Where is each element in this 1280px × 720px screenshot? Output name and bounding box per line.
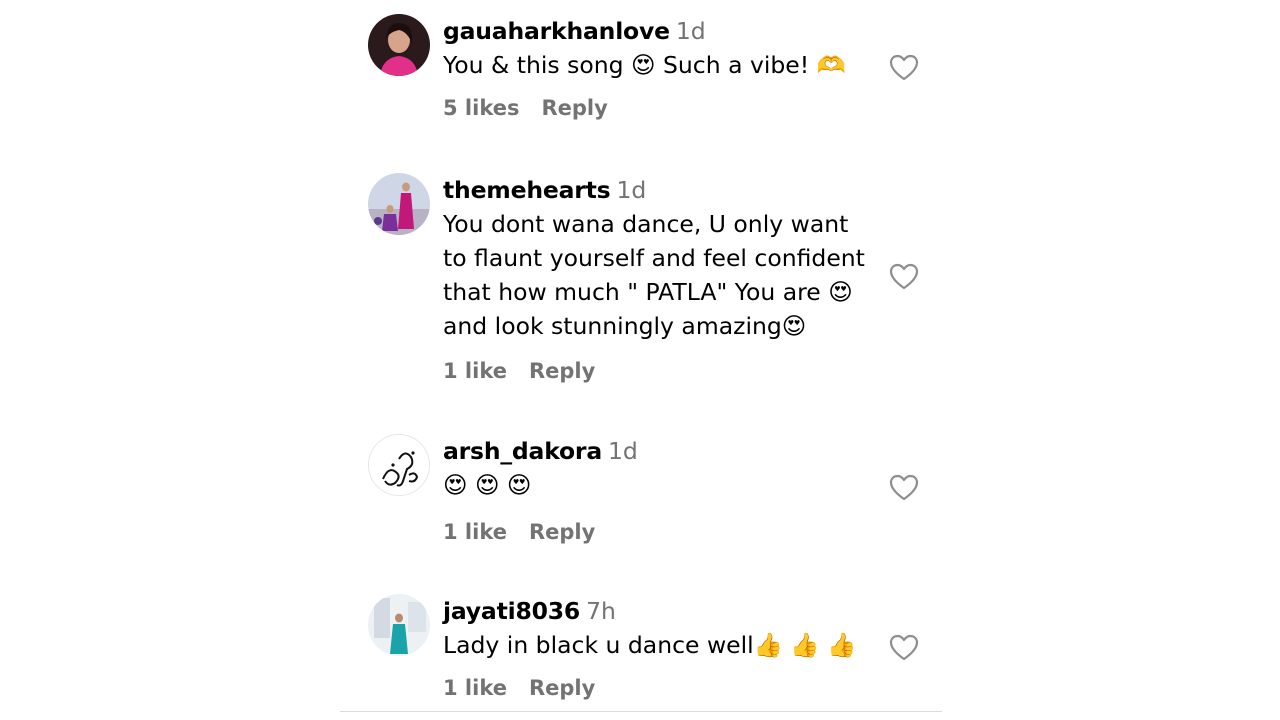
username[interactable]: jayati8036 — [443, 597, 580, 625]
username[interactable]: arsh_dakora — [443, 437, 602, 465]
reply-button[interactable]: Reply — [529, 676, 595, 700]
heart-outline-icon[interactable] — [888, 632, 920, 664]
reply-button[interactable]: Reply — [529, 359, 595, 383]
comment-text: Lady in black u dance well👍 👍 👍 — [443, 631, 857, 659]
comment-actions: 1 like Reply — [443, 676, 873, 700]
heart-outline-icon[interactable] — [888, 472, 920, 504]
comment-body: gauaharkhanlove 1d You & this song 😍 Such… — [443, 14, 873, 120]
comment-text: 😍 😍 😍 — [443, 471, 532, 499]
reply-button[interactable]: Reply — [529, 520, 595, 544]
comment-body: jayati8036 7h Lady in black u dance well👍… — [443, 594, 873, 700]
timestamp[interactable]: 1d — [676, 17, 706, 45]
avatar[interactable] — [368, 14, 430, 76]
username[interactable]: gauaharkhanlove — [443, 17, 670, 45]
avatar[interactable] — [368, 594, 430, 656]
timestamp[interactable]: 1d — [608, 437, 638, 465]
divider — [340, 711, 942, 712]
comment-header: jayati8036 7h — [443, 594, 873, 628]
username[interactable]: themehearts — [443, 176, 611, 204]
comment-actions: 1 like Reply — [443, 359, 873, 383]
likes-count[interactable]: 1 like — [443, 359, 507, 383]
avatar[interactable] — [368, 434, 430, 496]
comments-list: gauaharkhanlove 1d You & this song 😍 Such… — [340, 0, 942, 720]
timestamp[interactable]: 1d — [616, 176, 646, 204]
heart-outline-icon[interactable] — [888, 52, 920, 84]
likes-count[interactable]: 1 like — [443, 520, 507, 544]
avatar[interactable] — [368, 173, 430, 235]
comment-header: themehearts 1d — [443, 173, 873, 207]
heart-outline-icon[interactable] — [888, 261, 920, 293]
comment-header: arsh_dakora 1d — [443, 434, 873, 468]
comment-actions: 5 likes Reply — [443, 96, 873, 120]
timestamp[interactable]: 7h — [586, 597, 616, 625]
comment-body: themehearts 1d You dont wana dance, U onl… — [443, 173, 873, 383]
comment-text: You & this song 😍 Such a vibe! 🫶 — [443, 51, 846, 79]
reply-button[interactable]: Reply — [541, 96, 607, 120]
comment-header: gauaharkhanlove 1d — [443, 14, 873, 48]
comment-actions: 1 like Reply — [443, 520, 873, 544]
likes-count[interactable]: 1 like — [443, 676, 507, 700]
likes-count[interactable]: 5 likes — [443, 96, 519, 120]
comment-text: You dont wana dance, U only want to flau… — [443, 210, 865, 340]
comment-body: arsh_dakora 1d 😍 😍 😍 1 like Reply — [443, 434, 873, 544]
